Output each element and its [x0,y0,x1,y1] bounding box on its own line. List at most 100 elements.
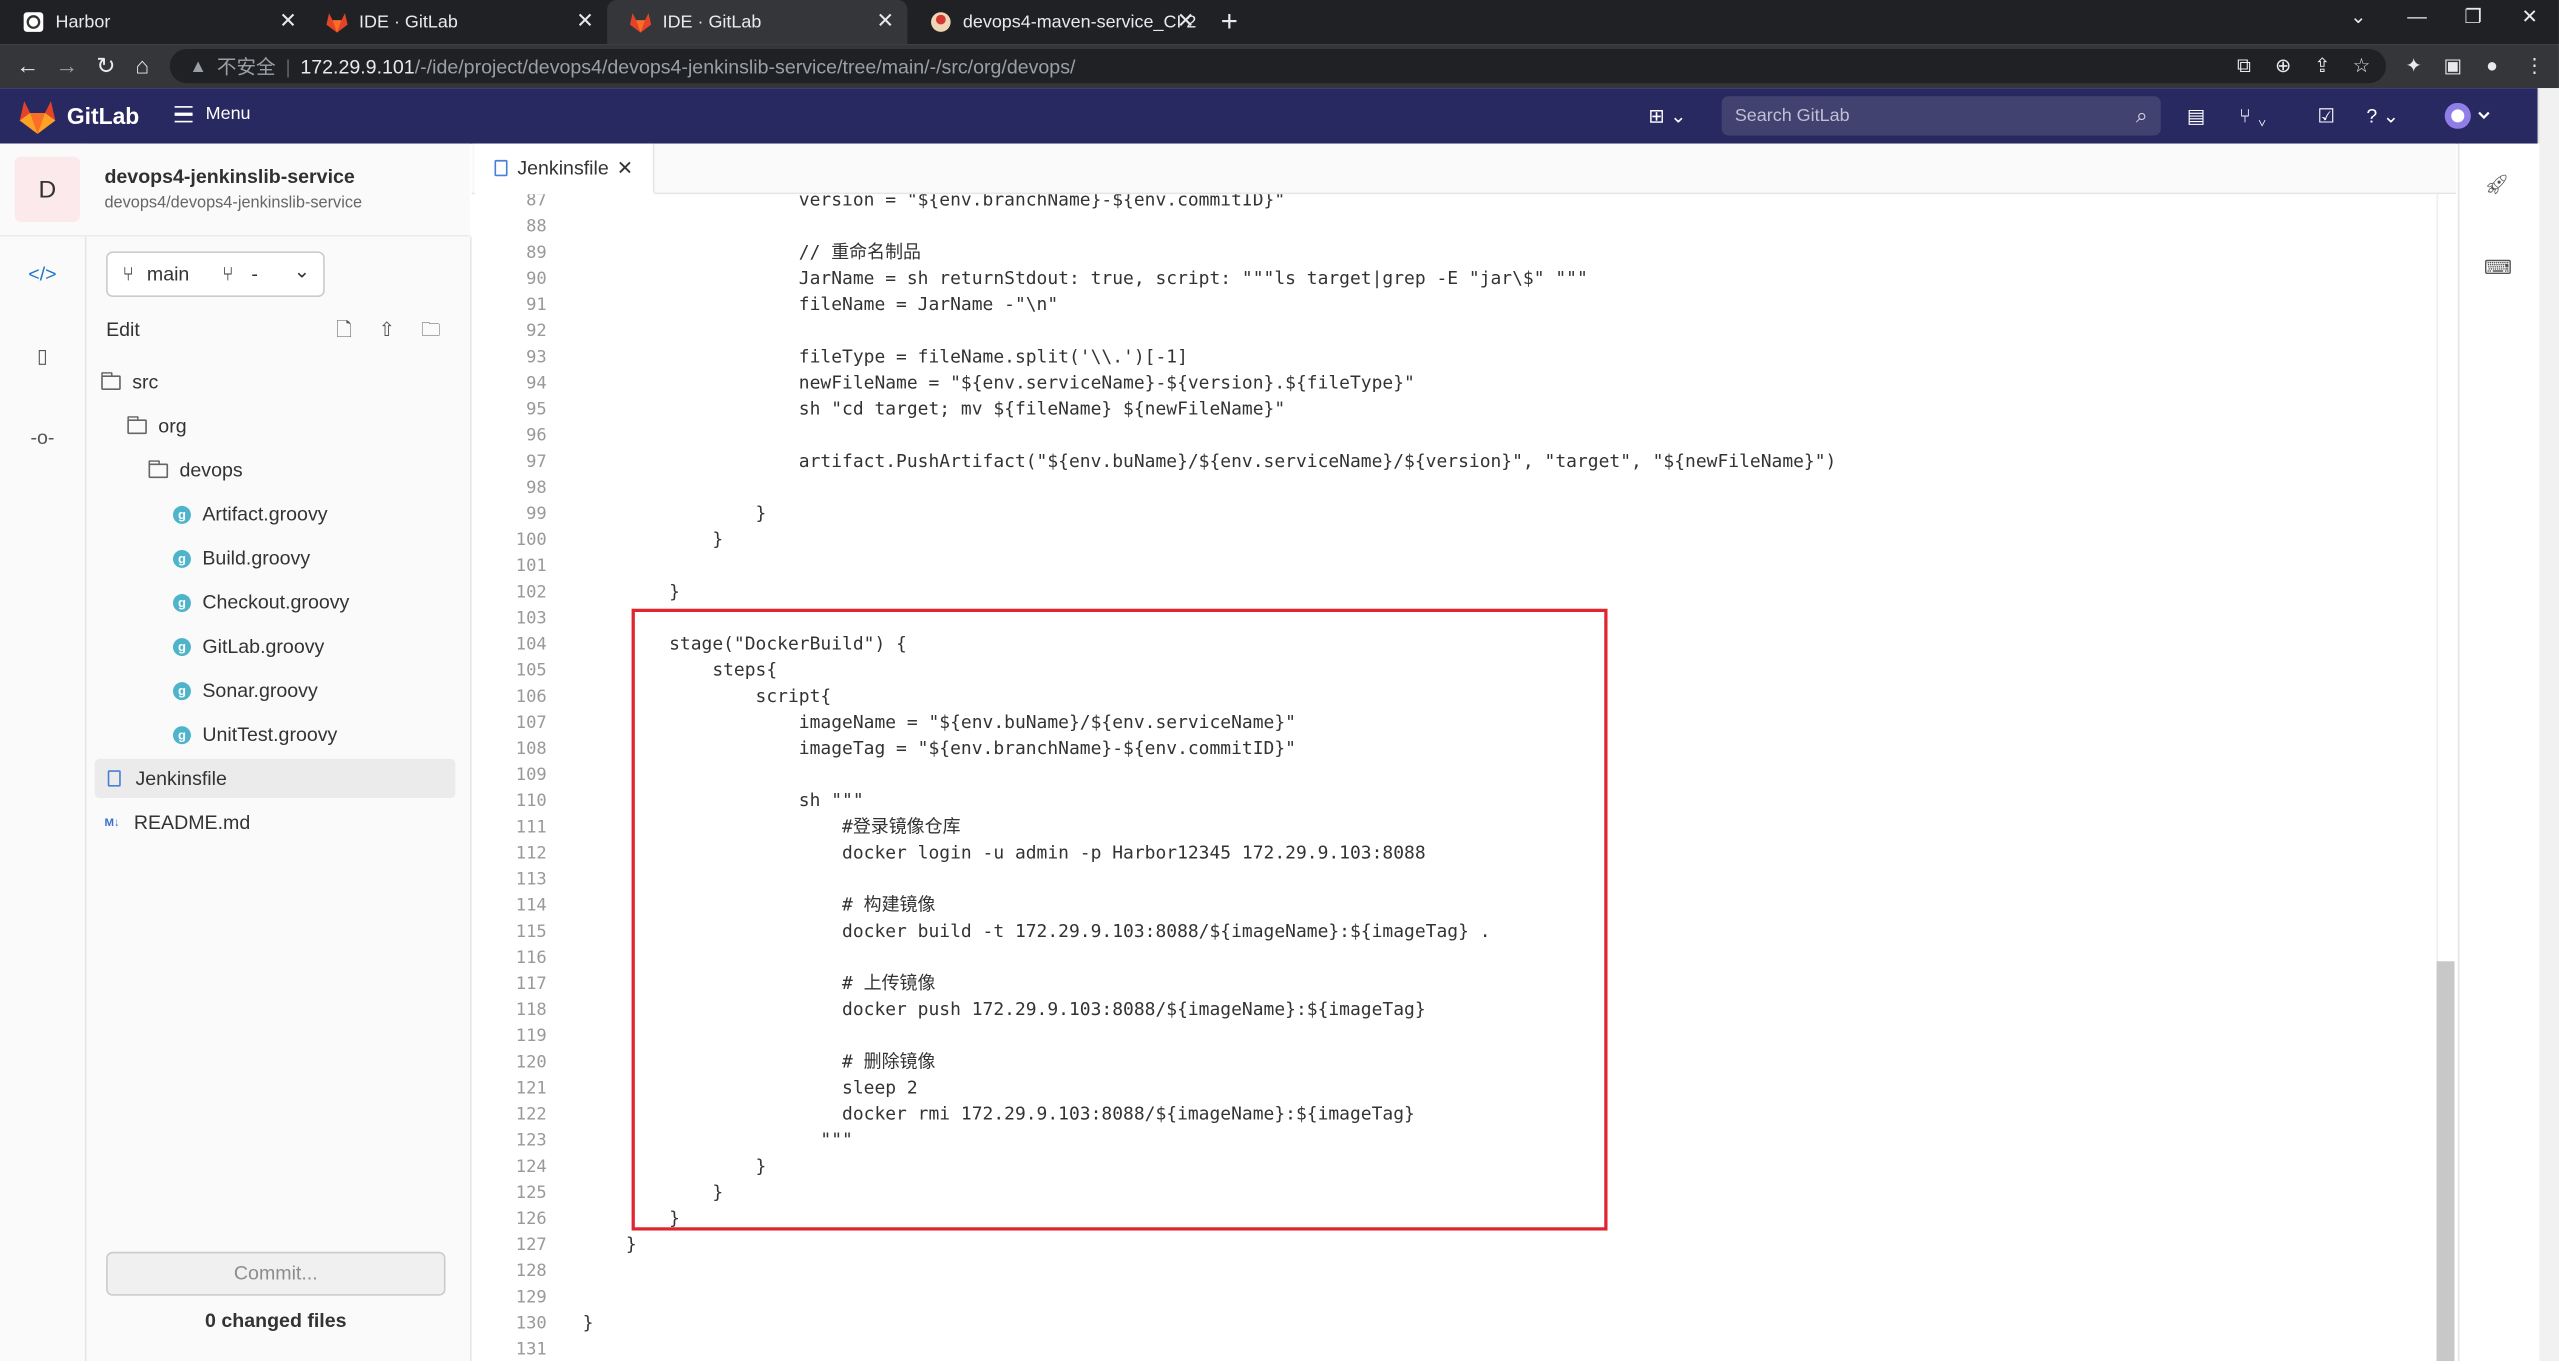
code-line[interactable]: 94 newFileName = "${env.serviceName}-${v… [472,370,2430,396]
review-icon[interactable]: ▯ [28,341,57,370]
tree-file-artifact[interactable]: g Artifact.groovy [172,494,328,533]
address-bar[interactable]: ▲ 不安全 | 172.29.9.101 /-/ide/project/devo… [169,48,2386,84]
home-icon[interactable]: ⌂ [135,51,149,80]
code-line[interactable]: 130} [472,1310,2430,1336]
commit-button[interactable]: Commit... [106,1251,446,1296]
close-window-icon[interactable]: ✕ [2521,5,2537,28]
code-line[interactable]: 117 # 上传镜像 [472,971,2430,997]
tree-file-gitlab[interactable]: g GitLab.groovy [172,627,324,666]
code-line[interactable]: 88 [472,214,2430,240]
code-line[interactable]: 118 docker push 172.29.9.103:8088/${imag… [472,997,2430,1023]
code-line[interactable]: 107 imageName = "${env.buName}/${env.ser… [472,710,2430,736]
help-icon[interactable]: ? ⌄ [2366,103,2399,129]
tree-file-jenkinsfile[interactable]: Jenkinsfile [94,758,456,799]
code-line[interactable]: 97 artifact.PushArtifact("${env.buName}/… [472,449,2430,475]
code-line[interactable]: 101 [472,553,2430,579]
gitlab-brand[interactable]: GitLab [67,103,139,129]
code-line[interactable]: 99 } [472,501,2430,527]
tree-folder-org[interactable]: org [127,406,187,445]
code-line[interactable]: 103 [472,605,2430,631]
editor-tab-jenkinsfile[interactable]: Jenkinsfile ✕ [474,143,655,195]
code-line[interactable]: 100 } [472,527,2430,553]
user-avatar-icon[interactable] [2443,102,2492,136]
project-name[interactable]: devops4-jenkinslib-service [104,165,354,188]
issues-icon[interactable]: ▤ [2187,103,2206,129]
tree-folder-src[interactable]: src [101,362,158,401]
code-line[interactable]: 116 [472,945,2430,971]
code-line[interactable]: 106 script{ [472,684,2430,710]
editor-scrollbar-thumb[interactable] [2436,961,2455,1362]
code-line[interactable]: 119 [472,1023,2430,1049]
minimize-icon[interactable]: — [2407,5,2427,28]
reload-icon[interactable]: ↻ [96,51,115,80]
code-line[interactable]: 131 [472,1337,2430,1361]
tree-file-unittest[interactable]: g UnitTest.groovy [172,715,337,754]
code-line[interactable]: 123 """ [472,1128,2430,1154]
translate-icon[interactable]: ⧉ [2233,54,2256,77]
code-line[interactable]: 90 JarName = sh returnStdout: true, scri… [472,266,2430,292]
code-line[interactable]: 102 } [472,579,2430,605]
code-line[interactable]: 92 [472,318,2430,344]
back-icon[interactable]: ← [16,51,39,80]
close-tab-icon[interactable]: ✕ [877,9,895,33]
menu-button[interactable]: Menu [174,104,251,124]
code-line[interactable]: 127 } [472,1232,2430,1258]
code-line[interactable]: 114 # 构建镜像 [472,893,2430,919]
new-item-icon[interactable]: ⊞ ⌄ [1648,103,1686,129]
tree-file-sonar[interactable]: g Sonar.groovy [172,671,318,710]
extensions-icon[interactable]: ✦ [2402,54,2425,77]
code-line[interactable]: 105 steps{ [472,658,2430,684]
pipeline-rocket-icon[interactable]: 🚀︎ [2484,171,2510,197]
profile-icon[interactable]: ● [2481,54,2504,77]
close-tab-icon[interactable]: ✕ [279,9,297,33]
commit-icon[interactable]: -o- [28,423,57,452]
search-input[interactable]: Search GitLab ⌕ [1721,96,2161,136]
bookmark-star-icon[interactable]: ☆ [2350,54,2373,77]
code-line[interactable]: 108 imageTag = "${env.branchName}-${env.… [472,736,2430,762]
page-scrollbar[interactable] [2537,88,2559,1362]
code-line[interactable]: 115 docker build -t 172.29.9.103:8088/${… [472,919,2430,945]
share-icon[interactable]: ⇪ [2311,54,2334,77]
code-line[interactable]: 110 sh """ [472,788,2430,814]
new-file-icon[interactable]: 🗋 [336,318,359,341]
browser-tab-jenkins[interactable]: devops4-maven-service_CI 2 ✕ [907,0,1207,44]
project-avatar[interactable]: D [14,156,80,222]
gitlab-logo-icon[interactable] [19,101,56,142]
tree-file-checkout[interactable]: g Checkout.groovy [172,583,349,622]
code-line[interactable]: 126 } [472,1206,2430,1232]
forward-icon[interactable]: → [55,51,78,80]
code-line[interactable]: 89 // 重命名制品 [472,240,2430,266]
zoom-icon[interactable]: ⊕ [2272,54,2295,77]
restore-icon[interactable]: ❐ [2464,5,2482,28]
code-line[interactable]: 96 [472,423,2430,449]
code-line[interactable]: 104 stage("DockerBuild") { [472,632,2430,658]
browser-tab-ide-2[interactable]: IDE · GitLab ✕ [607,0,908,45]
code-line[interactable]: 111 #登录镜像仓库 [472,814,2430,840]
browser-menu-icon[interactable]: ⋮ [2523,54,2546,77]
code-line[interactable]: 128 [472,1258,2430,1284]
code-line[interactable]: 112 docker login -u admin -p Harbor12345… [472,840,2430,866]
code-line[interactable]: 91 fileName = JarName -"\n" [472,292,2430,318]
tree-file-build[interactable]: g Build.groovy [172,539,310,578]
code-line[interactable]: 121 sleep 2 [472,1075,2430,1101]
tree-file-readme[interactable]: M↓ README.md [104,803,250,842]
code-line[interactable]: 93 fileType = fileName.split('\\.')[-1] [472,344,2430,370]
code-line[interactable]: 125 } [472,1180,2430,1206]
code-line[interactable]: 95 sh "cd target; mv ${fileName} ${newFi… [472,397,2430,423]
browser-tab-ide-1[interactable]: IDE · GitLab ✕ [304,0,608,44]
code-line[interactable]: 124 } [472,1154,2430,1180]
code-line[interactable]: 113 [472,867,2430,893]
code-line[interactable]: 129 [472,1284,2430,1310]
code-line[interactable]: 109 [472,762,2430,788]
upload-icon[interactable]: ⇧ [379,318,402,341]
code-line[interactable]: 120 # 删除镜像 [472,1049,2430,1075]
code-line[interactable]: 122 docker rmi 172.29.9.103:8088/${image… [472,1102,2430,1128]
close-tab-icon[interactable]: ✕ [1177,9,1195,33]
close-editor-tab-icon[interactable]: ✕ [617,157,633,180]
code-line[interactable]: 87 version = "${env.branchName}-${env.co… [472,194,2430,214]
code-line[interactable]: 98 [472,475,2430,501]
code-editor[interactable]: 87 version = "${env.branchName}-${env.co… [471,194,2457,1362]
tab-search-chevron-icon[interactable]: ⌄ [2350,5,2366,28]
terminal-icon[interactable]: ⌨︎ [2484,255,2512,281]
todo-icon[interactable]: ☑ [2317,103,2335,129]
